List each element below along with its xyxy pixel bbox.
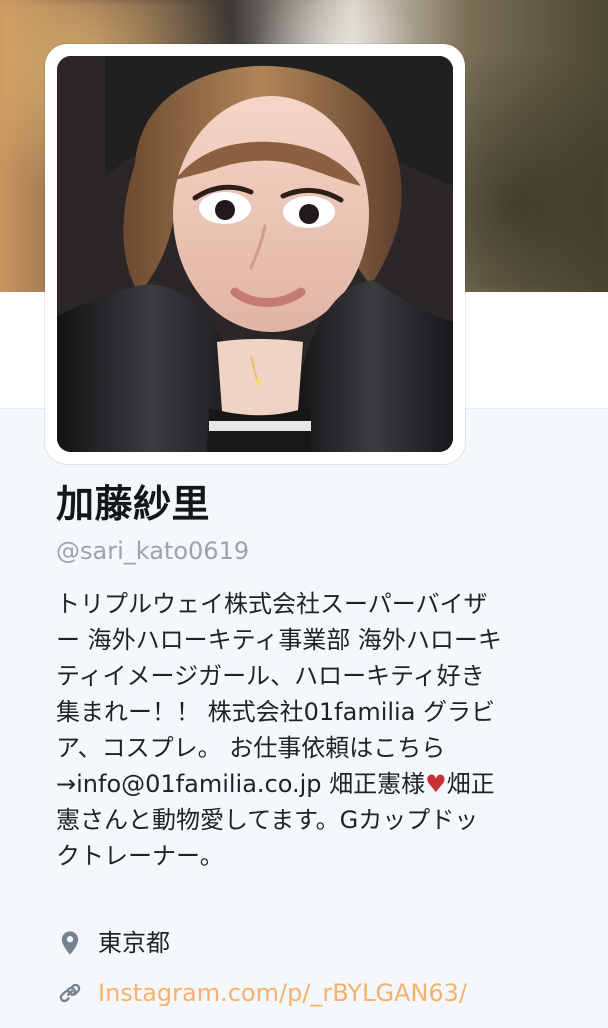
website-link[interactable]: Instagram.com/p/_rBYLGAN63/ xyxy=(98,978,467,1008)
bio-line: ア、コスプレ。 お仕事依頼はこちら xyxy=(56,734,446,762)
profile-handle: @sari_kato0619 xyxy=(56,537,250,565)
bio-line: 憲さんと動物愛してます。Gカップドッ xyxy=(56,806,479,834)
profile-name: 加藤紗里 xyxy=(56,482,211,526)
profile-avatar-frame[interactable] xyxy=(45,44,465,464)
bio-line: 集まれー！！ 株式会社01familia グラビ xyxy=(56,698,496,726)
profile-avatar[interactable] xyxy=(57,56,453,452)
bio-line: トリプルウェイ株式会社スーパーバイザ xyxy=(56,590,488,618)
link-icon xyxy=(56,979,84,1007)
website-row[interactable]: Instagram.com/p/_rBYLGAN63/ xyxy=(56,978,467,1008)
location-text: 東京都 xyxy=(98,929,170,957)
bio-line: ティイメージガール、ハローキティ好き xyxy=(56,662,485,690)
profile-page: 加藤紗里 @sari_kato0619 トリプルウェイ株式会社スーパーバイザ ー… xyxy=(0,0,608,1028)
bio-line-text: →info@01familia.co.jp 畑正憲様 xyxy=(56,770,426,798)
location-pin-icon xyxy=(56,929,84,957)
bio-line-suffix: 畑正 xyxy=(446,770,495,798)
profile-bio: トリプルウェイ株式会社スーパーバイザ ー 海外ハローキティ事業部 海外ハローキ … xyxy=(56,586,556,874)
bio-line: クトレーナー。 xyxy=(56,842,224,870)
heart-icon: ♥ xyxy=(425,770,447,798)
bio-line: ー 海外ハローキティ事業部 海外ハローキ xyxy=(56,626,502,654)
bio-line-with-heart: →info@01familia.co.jp 畑正憲様♥畑正 xyxy=(56,766,556,802)
location-row: 東京都 xyxy=(56,928,170,958)
